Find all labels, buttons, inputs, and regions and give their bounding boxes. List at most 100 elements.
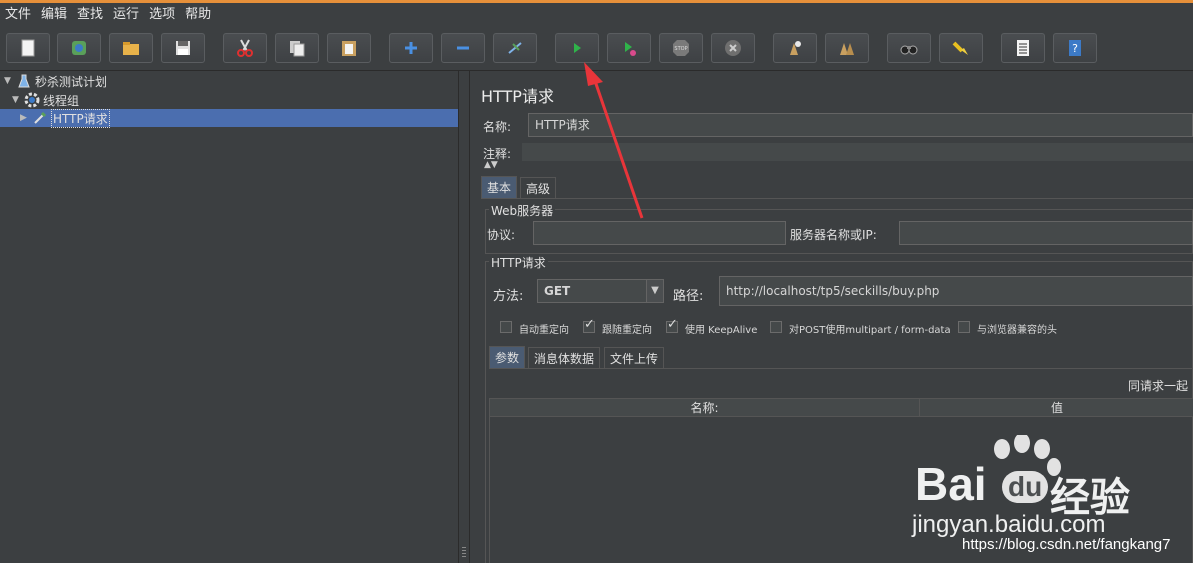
cut-button[interactable]: [223, 33, 267, 63]
page-title: HTTP请求: [481, 87, 554, 106]
tree-node-label: 秒杀测试计划: [35, 74, 108, 89]
tab-file-upload[interactable]: 文件上传: [604, 347, 665, 369]
toggle-icon: [508, 42, 522, 54]
new-button[interactable]: [6, 33, 50, 63]
multipart-label: 对POST使用multipart / form-data: [789, 325, 951, 336]
method-label: 方法:: [493, 289, 524, 304]
start-no-pauses-button[interactable]: [607, 33, 651, 63]
menu-bar: 文件 编辑 查找 运行 选项 帮助: [0, 3, 1193, 26]
menu-run[interactable]: 运行: [108, 5, 144, 25]
start-no-pauses-icon: [625, 42, 636, 56]
tab-basic[interactable]: 基本: [481, 176, 518, 198]
collapse-icon: [457, 46, 469, 50]
watermark-brand: Bai: [915, 458, 987, 510]
collapse-arrows-icon[interactable]: ▲▼: [484, 160, 498, 170]
menu-file[interactable]: 文件: [0, 5, 36, 25]
follow-redirects-checkbox[interactable]: [583, 317, 595, 333]
watermark-brand-du: du: [1002, 471, 1049, 503]
browser-headers-checkbox[interactable]: [958, 321, 970, 333]
stop-button[interactable]: STOP: [659, 33, 703, 63]
svg-text:STOP: STOP: [674, 46, 687, 52]
menu-options[interactable]: 选项: [144, 5, 180, 25]
tree-node-label: 线程组: [43, 93, 80, 108]
cut-icon: [237, 39, 253, 57]
web-server-group-title: Web服务器: [489, 202, 556, 219]
send-with-request-header: 同请求一起: [1128, 379, 1189, 393]
paste-button[interactable]: [327, 33, 371, 63]
copy-button[interactable]: [275, 33, 319, 63]
protocol-input[interactable]: [533, 221, 786, 245]
menu-help[interactable]: 帮助: [180, 5, 216, 25]
reset-search-icon: [952, 41, 968, 55]
comment-input[interactable]: [522, 143, 1193, 161]
shutdown-button[interactable]: [711, 33, 755, 63]
path-input[interactable]: http://localhost/tp5/seckills/buy.php: [719, 276, 1193, 306]
keepalive-label: 使用 KeepAlive: [685, 325, 758, 336]
watermark-blog-url: https://blog.csdn.net/fangkang7: [962, 536, 1171, 553]
http-request-group-title: HTTP请求: [489, 254, 548, 271]
pipette-icon: [34, 111, 47, 124]
save-icon: [176, 41, 190, 55]
reset-search-button[interactable]: [939, 33, 983, 63]
expand-button[interactable]: [389, 33, 433, 63]
auto-redirect-checkbox[interactable]: [500, 321, 512, 333]
clear-button[interactable]: [773, 33, 817, 63]
tree-node-label: HTTP请求: [51, 108, 110, 128]
split-pane-divider[interactable]: [458, 71, 470, 563]
protocol-label: 协议:: [487, 228, 516, 242]
copy-icon: [290, 41, 305, 57]
server-input[interactable]: [899, 221, 1193, 245]
search-button[interactable]: [887, 33, 931, 63]
drag-grip-icon[interactable]: [462, 547, 466, 559]
auto-redirect-label: 自动重定向: [519, 325, 569, 336]
shutdown-icon: [725, 40, 741, 56]
function-helper-button[interactable]: [1001, 33, 1045, 63]
tab-divider: [481, 198, 1193, 199]
watermark-site: jingyan.baidu.com: [912, 511, 1106, 538]
baidu-jingyan-watermark: Bai du 经验 jingyan.baidu.com https://blog…: [910, 435, 1193, 563]
expand-icon: [405, 42, 417, 54]
column-header-value[interactable]: 值: [920, 399, 1193, 417]
expanded-triangle-icon[interactable]: ▼: [12, 95, 22, 105]
collapsed-triangle-icon[interactable]: ▶: [20, 113, 30, 123]
help-icon: ?: [1069, 40, 1081, 56]
menu-edit[interactable]: 编辑: [36, 5, 72, 25]
collapse-button[interactable]: [441, 33, 485, 63]
expanded-triangle-icon[interactable]: ▼: [4, 76, 14, 86]
follow-redirects-label: 跟随重定向: [602, 325, 652, 336]
column-header-name[interactable]: 名称:: [490, 399, 920, 417]
tab-advanced[interactable]: 高级: [520, 177, 557, 199]
stop-icon: STOP: [673, 40, 689, 56]
path-label: 路径:: [673, 289, 704, 304]
clear-all-button[interactable]: [825, 33, 869, 63]
tab-body-data[interactable]: 消息体数据: [528, 347, 601, 369]
gear-icon: [24, 92, 40, 108]
help-button[interactable]: ?: [1053, 33, 1097, 63]
chevron-down-icon[interactable]: ▼: [646, 279, 664, 303]
function-helper-icon: [1017, 40, 1029, 56]
clear-all-icon: [840, 43, 854, 55]
browser-headers-label: 与浏览器兼容的头: [977, 325, 1057, 336]
start-button[interactable]: [555, 33, 599, 63]
open-button[interactable]: [109, 33, 153, 63]
tree-node-test-plan[interactable]: ▼ 秒杀测试计划: [4, 72, 107, 90]
save-button[interactable]: [161, 33, 205, 63]
flask-icon: [18, 74, 30, 88]
search-icon: [900, 45, 918, 55]
name-input[interactable]: HTTP请求: [528, 113, 1193, 137]
keepalive-checkbox[interactable]: [666, 317, 678, 333]
templates-button[interactable]: [57, 33, 101, 63]
name-label: 名称:: [483, 120, 512, 134]
sub-tab-divider: [489, 368, 1193, 369]
menu-search[interactable]: 查找: [72, 5, 108, 25]
templates-icon: [72, 41, 86, 55]
tab-parameters[interactable]: 参数: [489, 346, 526, 368]
new-icon: [21, 39, 35, 57]
tree-node-http-request[interactable]: ▶ HTTP请求: [0, 108, 458, 128]
server-label: 服务器名称或IP:: [790, 228, 877, 242]
multipart-checkbox[interactable]: [770, 321, 782, 333]
method-select[interactable]: GET: [537, 279, 647, 303]
tree-node-thread-group[interactable]: ▼ 线程组: [12, 91, 79, 109]
toggle-button[interactable]: [493, 33, 537, 63]
start-icon: [574, 43, 581, 53]
